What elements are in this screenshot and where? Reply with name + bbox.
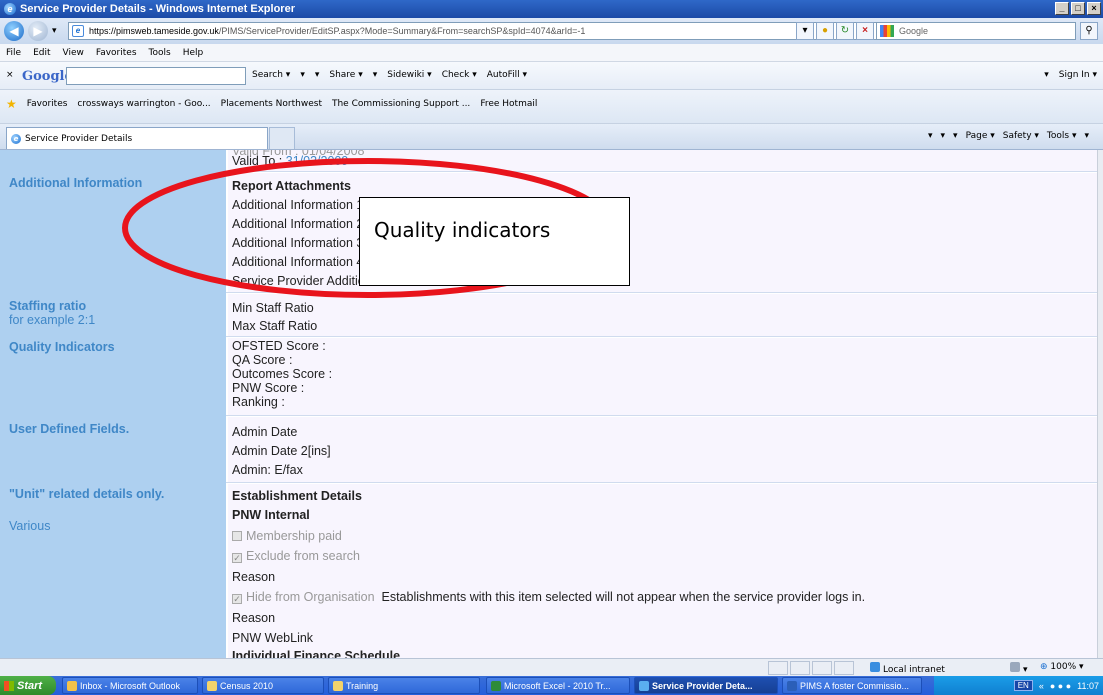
status-cell <box>768 661 788 675</box>
tray-expand-icon[interactable]: « <box>1039 681 1044 691</box>
language-indicator[interactable]: EN <box>1013 680 1033 691</box>
taskbar-outlook[interactable]: Inbox - Microsoft Outlook <box>62 677 198 694</box>
word-icon <box>787 680 797 691</box>
folder-icon <box>207 680 217 691</box>
tray-icons: ● ● ● <box>1049 680 1072 691</box>
folder-icon <box>333 680 343 691</box>
quality-indicators-callout: Quality indicators <box>359 197 630 286</box>
system-tray: EN « ● ● ● 11:07 <box>934 676 1103 695</box>
taskbar-ie-active[interactable]: Service Provider Deta... <box>634 677 778 694</box>
windows-logo-icon <box>4 680 14 691</box>
taskbar-census-folder[interactable]: Census 2010 <box>202 677 324 694</box>
status-bar: Local intranet ▾ ⊕ 100% ▾ <box>0 658 1103 676</box>
intranet-icon <box>870 662 880 672</box>
zoom-button[interactable]: ⊕ 100% ▾ <box>1040 662 1084 672</box>
zone-indicator: Local intranet <box>870 662 945 675</box>
ie-icon <box>639 680 649 691</box>
status-cell <box>812 661 832 675</box>
zone-label: Local intranet <box>883 665 945 675</box>
zoom-icon: ⊕ <box>1040 662 1048 672</box>
windows-taskbar: Start Inbox - Microsoft Outlook Census 2… <box>0 676 1103 695</box>
start-button[interactable]: Start <box>0 676 56 695</box>
zoom-level: 100% <box>1050 662 1077 672</box>
protected-mode-button[interactable]: ▾ <box>1010 662 1028 675</box>
excel-icon <box>491 680 501 691</box>
taskbar-word[interactable]: PIMS A foster Commissio... <box>782 677 922 694</box>
taskbar-training-folder[interactable]: Training <box>328 677 480 694</box>
annotation-overlay <box>122 158 614 298</box>
outlook-icon <box>67 680 77 691</box>
zoom-menu-icon: ▾ <box>1079 662 1084 672</box>
clock: 11:07 <box>1077 680 1099 691</box>
status-cell <box>790 661 810 675</box>
taskbar-excel[interactable]: Microsoft Excel - 2010 Tr... <box>486 677 630 694</box>
protected-mode-icon <box>1010 662 1020 672</box>
status-cell <box>834 661 854 675</box>
